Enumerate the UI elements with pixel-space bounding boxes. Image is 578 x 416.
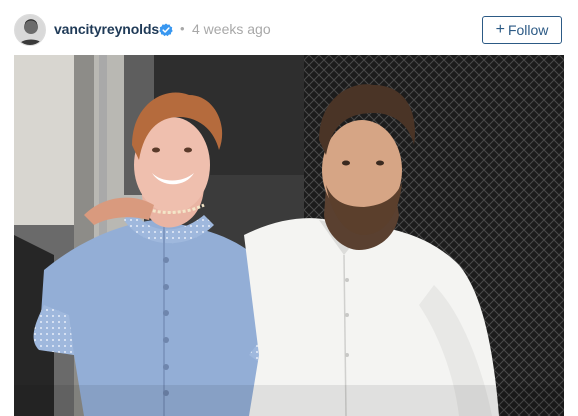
- post-header: vancityreynolds • 4 weeks ago + Follow: [0, 0, 578, 55]
- avatar[interactable]: [14, 14, 46, 46]
- post-photo[interactable]: [14, 55, 564, 416]
- follow-button-label: Follow: [507, 22, 549, 38]
- follow-button[interactable]: + Follow: [482, 16, 562, 44]
- verified-badge-icon: [159, 23, 173, 37]
- post-timestamp[interactable]: 4 weeks ago: [192, 21, 271, 37]
- instagram-post-card: vancityreynolds • 4 weeks ago + Follow: [0, 0, 578, 416]
- plus-icon: +: [495, 20, 505, 38]
- separator-dot: •: [180, 21, 185, 36]
- photo-image: [14, 55, 564, 416]
- username-link[interactable]: vancityreynolds: [54, 21, 159, 37]
- avatar-image: [15, 15, 45, 45]
